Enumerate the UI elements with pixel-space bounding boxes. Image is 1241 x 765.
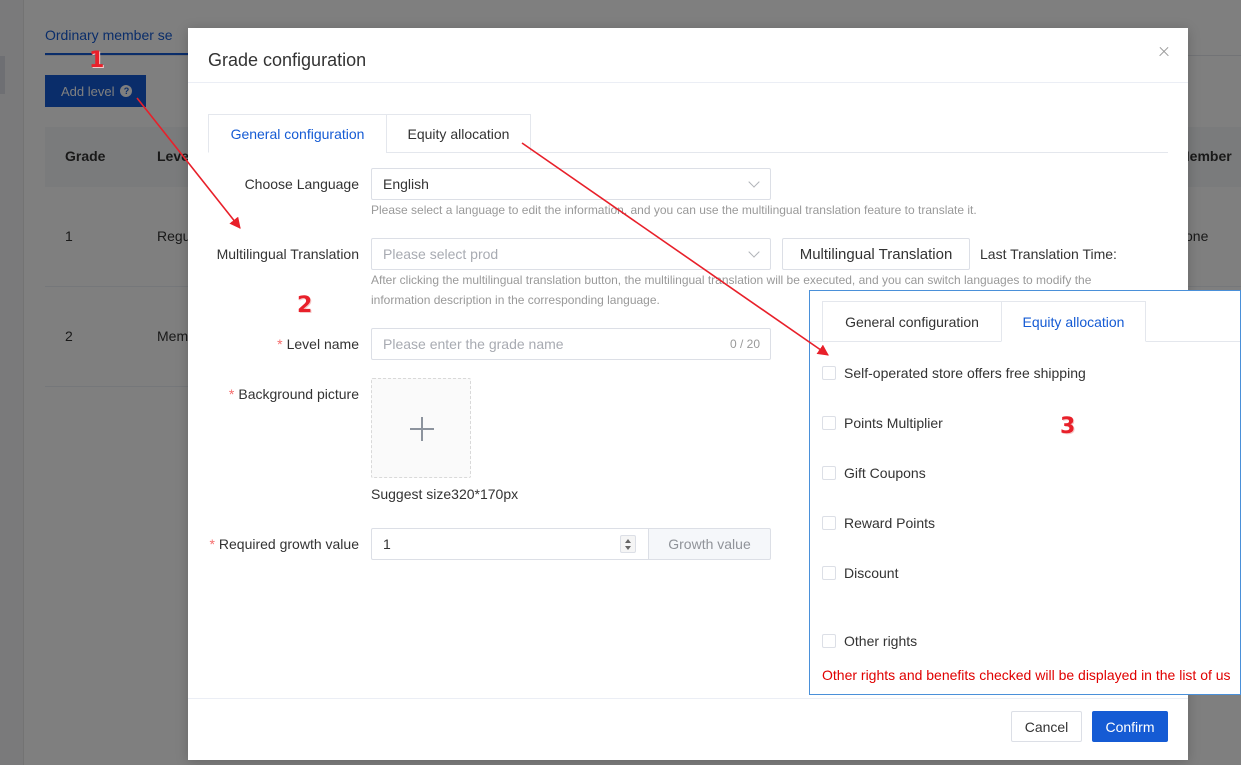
language-hint: Please select a language to edit the inf… [371, 203, 977, 217]
tab-equity-allocation[interactable]: Equity allocation [386, 114, 531, 153]
language-value: English [383, 176, 429, 192]
checkbox[interactable] [822, 366, 836, 380]
translation-label: Multilingual Translation [216, 246, 359, 262]
image-uploader[interactable] [371, 378, 471, 478]
checkbox-label: Reward Points [844, 515, 936, 531]
checkbox[interactable] [822, 466, 836, 480]
translation-placeholder: Please select prod [383, 246, 499, 262]
growth-value: 1 [383, 536, 391, 552]
checkbox[interactable] [822, 634, 836, 648]
checkbox-label: Self-operated store offers free shipping [844, 365, 1086, 381]
growth-label-text: Required growth value [218, 536, 359, 552]
other-rights-note: Other rights and benefits checked will b… [822, 667, 1231, 683]
level-name-placeholder: Please enter the grade name [383, 336, 564, 352]
level-name-label-text: Level name [286, 336, 359, 352]
checkbox[interactable] [822, 416, 836, 430]
multilingual-translation-button[interactable]: Multilingual Translation [782, 238, 970, 270]
dialog-title: Grade configuration [208, 50, 367, 70]
growth-label: * Required growth value [209, 536, 359, 552]
checkbox-label: Other rights [844, 633, 918, 649]
plus-icon-vertical [421, 417, 423, 441]
number-stepper[interactable] [620, 535, 636, 553]
checkbox-reward-points[interactable]: Reward Points [822, 515, 935, 531]
checkbox-label: Discount [844, 565, 899, 581]
annotation-marker-1: 1 [89, 48, 105, 73]
tab-equity-allocation[interactable]: Equity allocation [1001, 301, 1146, 342]
stepper-up-icon[interactable] [625, 539, 631, 543]
tab-general-configuration[interactable]: General configuration [822, 301, 1002, 342]
translation-hint-line1: After clicking the multilingual translat… [371, 273, 1092, 287]
inset-tabs: General configuration Equity allocation [810, 301, 1240, 342]
growth-value-append: Growth value [648, 528, 771, 560]
language-select[interactable]: English [371, 168, 771, 200]
translation-hint-line2: information description in the correspon… [371, 293, 660, 307]
annotation-marker-3: 3 [1060, 414, 1076, 439]
equity-allocation-inset: General configuration Equity allocation … [809, 290, 1241, 695]
checkbox[interactable] [822, 566, 836, 580]
language-label: Choose Language [244, 176, 359, 192]
confirm-button[interactable]: Confirm [1092, 711, 1168, 742]
growth-value-input[interactable]: 1 [371, 528, 649, 560]
last-translation-time: Last Translation Time: [980, 246, 1117, 262]
checkbox-other-rights[interactable]: Other rights [822, 633, 917, 649]
background-picture-label: * Background picture [229, 386, 359, 402]
checkbox-free-shipping[interactable]: Self-operated store offers free shipping [822, 365, 1086, 381]
char-counter: 0 / 20 [729, 337, 760, 351]
checkbox-label: Points Multiplier [844, 415, 943, 431]
checkbox-gift-coupons[interactable]: Gift Coupons [822, 465, 926, 481]
checkbox-label: Gift Coupons [844, 465, 926, 481]
translation-select[interactable]: Please select prod [371, 238, 771, 270]
dialog-header: Grade configuration [188, 28, 1188, 83]
chevron-down-icon [748, 176, 760, 188]
level-name-label: * Level name [277, 336, 359, 352]
close-icon[interactable] [1154, 42, 1174, 62]
chevron-down-icon [748, 246, 760, 258]
tab-general-configuration[interactable]: General configuration [208, 114, 387, 153]
required-mark: * [228, 386, 235, 402]
stepper-down-icon[interactable] [625, 546, 631, 550]
required-mark: * [209, 536, 215, 552]
required-mark: * [277, 336, 283, 352]
background-picture-label-text: Background picture [238, 386, 359, 402]
cancel-button[interactable]: Cancel [1011, 711, 1082, 742]
level-name-input[interactable]: Please enter the grade name 0 / 20 [371, 328, 771, 360]
checkbox-points-multiplier[interactable]: Points Multiplier [822, 415, 943, 431]
checkbox[interactable] [822, 516, 836, 530]
suggest-size-text: Suggest size320*170px [371, 486, 519, 502]
checkbox-discount[interactable]: Discount [822, 565, 898, 581]
dialog-tabs: General configuration Equity allocation [208, 114, 1168, 153]
dialog-footer: Cancel Confirm [188, 698, 1188, 760]
annotation-marker-2: 2 [297, 293, 313, 318]
